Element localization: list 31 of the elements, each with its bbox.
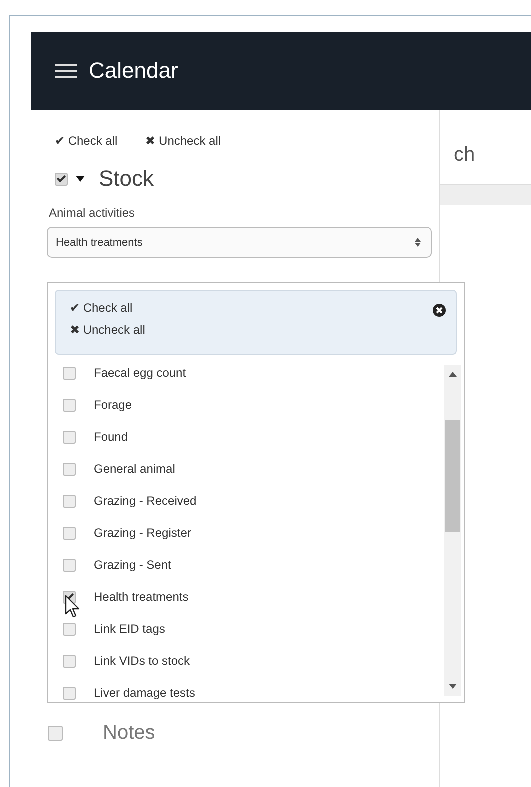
app-title: Calendar	[89, 58, 178, 84]
scroll-thumb[interactable]	[445, 420, 460, 532]
scroll-up-icon[interactable]	[448, 372, 456, 377]
option-item[interactable]: Grazing - Register	[48, 517, 444, 549]
close-icon[interactable]	[433, 304, 446, 317]
option-item[interactable]: Grazing - Sent	[48, 549, 444, 581]
option-item[interactable]: Found	[48, 421, 444, 453]
sort-icon	[415, 238, 421, 247]
heading-text: ch	[454, 144, 476, 167]
uncheck-all-link[interactable]: ✖ Uncheck all	[70, 323, 146, 337]
group-label: Notes	[103, 722, 156, 745]
option-item[interactable]: Liver damage tests	[48, 677, 444, 700]
stock-checkbox[interactable]	[55, 172, 68, 186]
scroll-down-icon[interactable]	[448, 684, 456, 689]
option-item[interactable]: General animal	[48, 453, 444, 485]
option-item[interactable]: Grazing - Received	[48, 485, 444, 517]
cursor-icon	[65, 595, 81, 619]
field-label: Animal activities	[49, 206, 136, 220]
option-item[interactable]: Faecal egg count	[48, 359, 444, 389]
notes-checkbox[interactable]	[48, 726, 63, 741]
scrollbar[interactable]	[444, 365, 461, 696]
group-label: Stock	[99, 166, 154, 192]
uncheck-all-link[interactable]: ✖ Uncheck all	[146, 134, 222, 148]
option-item[interactable]: Link EID tags	[48, 613, 444, 645]
option-item[interactable]: Link VIDs to stock	[48, 645, 444, 677]
caret-icon[interactable]	[76, 176, 85, 182]
option-item[interactable]: Forage	[48, 389, 444, 421]
menu-icon[interactable]	[55, 63, 77, 79]
activity-select[interactable]: Health treatments	[47, 227, 432, 258]
check-all-link[interactable]: ✔ Check all	[55, 134, 118, 148]
check-all-link[interactable]: ✔ Check all	[70, 301, 133, 315]
